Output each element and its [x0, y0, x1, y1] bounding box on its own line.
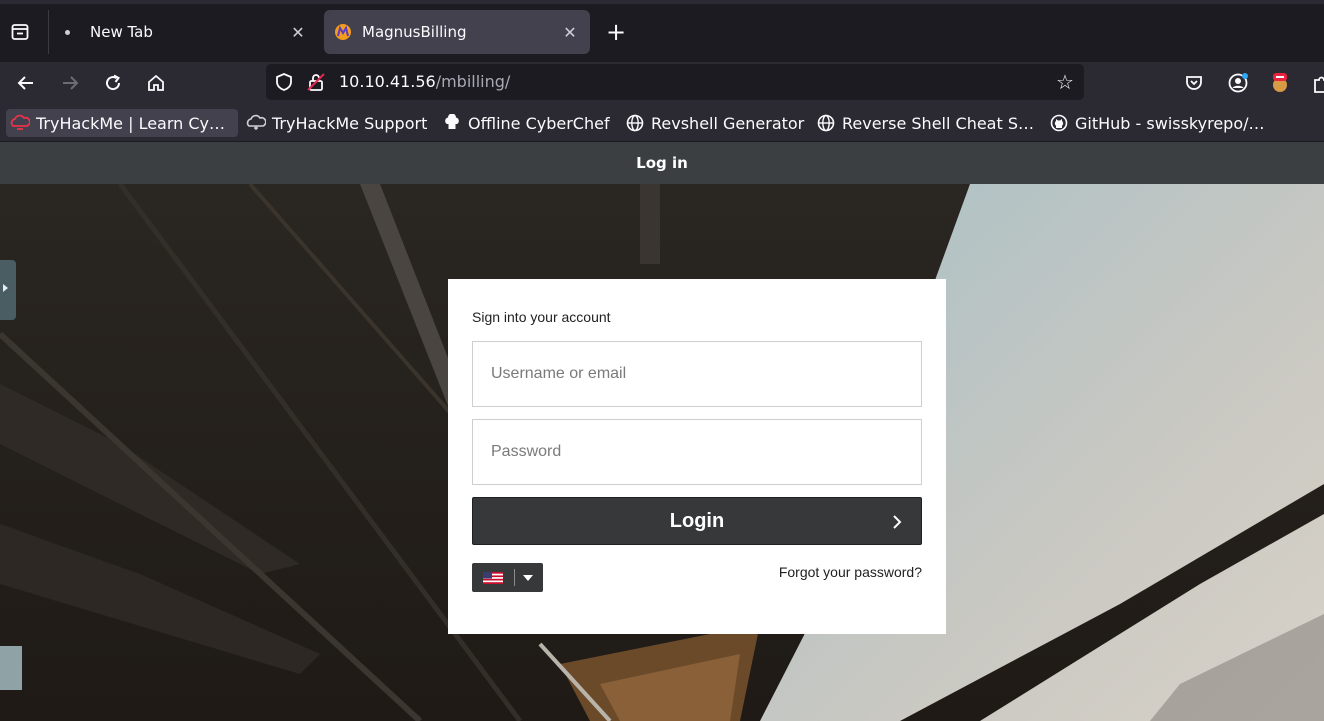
caret-down-icon: [523, 575, 533, 581]
bookmark-label: TryHackMe Support: [272, 113, 428, 133]
tab-magnusbilling[interactable]: MagnusBilling ✕: [324, 10, 590, 54]
forgot-password-link[interactable]: Forgot your password?: [779, 564, 922, 580]
login-button[interactable]: Login: [472, 497, 922, 545]
cloud-icon: [246, 113, 266, 133]
close-icon[interactable]: ✕: [286, 20, 310, 44]
back-arrow-icon[interactable]: [12, 69, 40, 97]
url-bar[interactable]: 10.10.41.56/mbilling/ ☆: [266, 64, 1084, 100]
chef-hat-icon: [442, 113, 462, 133]
globe-icon: [816, 113, 836, 133]
window-top-edge: [0, 0, 1324, 4]
close-icon[interactable]: ✕: [558, 20, 582, 44]
magnusbilling-favicon-icon: [335, 24, 351, 40]
home-icon[interactable]: [142, 69, 170, 97]
side-panel-handle[interactable]: [0, 260, 16, 320]
bookmark-label: Offline CyberChef: [468, 113, 610, 133]
expand-arrow-icon: [3, 284, 8, 292]
page-viewport: Log in Sign into your account Username o…: [0, 142, 1324, 721]
tracking-shield-icon[interactable]: [274, 72, 294, 92]
url-text: 10.10.41.56/mbilling/: [339, 72, 510, 91]
tab-title: MagnusBilling: [362, 23, 467, 41]
page-title: Log in: [0, 142, 1324, 184]
us-flag-icon: [483, 572, 503, 584]
login-card: Sign into your account Login Forgot your…: [448, 279, 946, 634]
pocket-icon[interactable]: [1182, 71, 1206, 95]
tab-strip: New Tab ✕ MagnusBilling ✕ +: [0, 0, 1324, 62]
password-input[interactable]: [472, 419, 922, 485]
extension-cookie-icon[interactable]: [1268, 71, 1292, 95]
forward-arrow-icon[interactable]: [56, 69, 84, 97]
username-input[interactable]: [472, 341, 922, 407]
tab-dot-icon: [65, 29, 70, 35]
globe-icon: [625, 113, 645, 133]
extensions-puzzle-icon[interactable]: [1310, 71, 1324, 95]
bookmark-revshell-generator[interactable]: Revshell Generator: [625, 109, 804, 137]
bookmark-tryhackme[interactable]: TryHackMe | Learn Cy…: [6, 109, 238, 137]
language-selector-divider: [514, 569, 515, 586]
bookmark-tryhackme-support[interactable]: TryHackMe Support: [246, 109, 427, 137]
tab-title: New Tab: [90, 23, 153, 41]
bookmark-label: Revshell Generator: [651, 113, 805, 133]
bookmark-label: TryHackMe | Learn Cy…: [36, 113, 226, 133]
new-tab-plus-icon[interactable]: +: [602, 18, 630, 46]
chevron-right-icon: [893, 515, 902, 529]
bookmark-star-icon[interactable]: ☆: [1054, 71, 1076, 93]
github-icon: [1049, 113, 1069, 133]
reload-icon[interactable]: [99, 69, 127, 97]
account-icon[interactable]: [1226, 71, 1250, 95]
language-selector[interactable]: [472, 563, 543, 592]
login-button-label: Login: [669, 509, 725, 532]
bookmark-label: Reverse Shell Cheat S…: [842, 113, 1034, 133]
navigation-toolbar: 10.10.41.56/mbilling/ ☆: [0, 62, 1324, 104]
bookmark-reverse-shell-cheat-sheet[interactable]: Reverse Shell Cheat S…: [816, 109, 1034, 137]
bookmark-github-swisskyrepo[interactable]: GitHub - swisskyrepo/…: [1049, 109, 1265, 137]
url-path: /mbilling/: [435, 72, 511, 91]
tab-new-tab[interactable]: New Tab ✕: [52, 10, 318, 54]
tab-separator: [48, 10, 49, 54]
bookmark-label: GitHub - swisskyrepo/…: [1075, 113, 1265, 133]
bookmarks-toolbar: TryHackMe | Learn Cy… TryHackMe Support …: [0, 104, 1324, 142]
tryhackme-icon: [10, 113, 30, 133]
login-card-title: Sign into your account: [472, 309, 611, 325]
insecure-lock-icon[interactable]: [306, 72, 326, 92]
tab-list-icon[interactable]: [6, 18, 34, 46]
bookmark-offline-cyberchef[interactable]: Offline CyberChef: [442, 109, 610, 137]
url-host: 10.10.41.56: [339, 72, 436, 91]
